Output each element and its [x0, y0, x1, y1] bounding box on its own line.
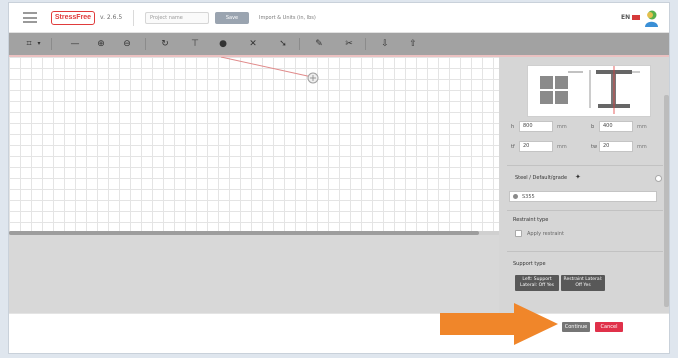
cancel-button[interactable]: Cancel	[595, 322, 623, 332]
dim-label: h	[511, 124, 515, 130]
dialog-footer: Continue Cancel	[9, 313, 669, 353]
pointer-arrow-icon	[440, 303, 558, 345]
refresh-icon[interactable]: ↻	[159, 38, 171, 50]
material-label: Steel / Default/grade	[515, 175, 568, 181]
guide-line	[220, 57, 313, 78]
version-label: v. 2.6.5	[100, 14, 123, 21]
dim-row-b: b 400 mm	[591, 121, 661, 133]
app-logo: StressFree	[51, 11, 95, 25]
material-search[interactable]: S355	[509, 191, 657, 202]
dim-input-tf[interactable]: 20	[519, 141, 553, 152]
flag-icon[interactable]	[632, 15, 640, 20]
drawing-canvas[interactable]	[9, 57, 499, 233]
dim-row-tw: tw 20 mm	[591, 141, 661, 153]
results-panel	[9, 235, 499, 313]
dim-input-b[interactable]: 400	[599, 121, 633, 132]
panel-divider	[507, 165, 663, 166]
chevron-down-icon[interactable]: ▾	[33, 38, 45, 50]
draw-line-icon[interactable]: —	[69, 38, 81, 50]
properties-panel: h 800 mm b 400 mm tf 20 mm tw 20 mm Stee…	[499, 57, 669, 313]
toolbar-divider	[145, 38, 146, 50]
app-window: StressFree v. 2.6.5 Project name Save Im…	[8, 2, 670, 354]
dim-label: tf	[511, 144, 515, 150]
bird-icon[interactable]: ✦	[575, 173, 581, 181]
dim-row-h: h 800 mm	[511, 121, 581, 133]
toolbar-divider	[51, 38, 52, 50]
header-divider	[133, 10, 134, 26]
fill-icon[interactable]: ●	[217, 38, 229, 50]
search-icon	[513, 194, 518, 199]
dim-unit: mm	[637, 144, 647, 150]
node-icon[interactable]: ⊤	[189, 38, 201, 50]
save-button[interactable]: Save	[215, 12, 249, 24]
material-search-value: S355	[522, 194, 535, 200]
zoom-out-icon[interactable]: ⊖	[121, 38, 133, 50]
menu-icon[interactable]	[23, 12, 37, 23]
export-icon[interactable]: ⇩	[379, 38, 391, 50]
vertical-scrollbar[interactable]	[664, 95, 669, 307]
language-label[interactable]: EN	[621, 14, 630, 21]
support-restraint-button[interactable]: Restraint Lateral: Off Yes	[561, 275, 605, 291]
restraint-checkbox[interactable]	[515, 230, 522, 237]
restraint-option: Apply restraint	[527, 231, 564, 237]
panel-divider	[507, 210, 663, 211]
dim-label: b	[591, 124, 595, 130]
toolbar-divider	[365, 38, 366, 50]
dim-input-h[interactable]: 800	[519, 121, 553, 132]
canvas-overlay	[220, 57, 319, 84]
cross-section-diagram	[540, 66, 640, 114]
material-toggle[interactable]	[655, 175, 662, 182]
support-label: Support type	[513, 261, 546, 267]
units-note: Import & Units (in, lbs)	[259, 15, 316, 21]
dim-unit: mm	[637, 124, 647, 130]
zoom-in-icon[interactable]: ⊕	[95, 38, 107, 50]
cursor-icon[interactable]: ➘	[277, 38, 289, 50]
continue-button[interactable]: Continue	[562, 322, 590, 332]
import-icon[interactable]: ⇧	[407, 38, 419, 50]
dim-row-tf: tf 20 mm	[511, 141, 581, 153]
toolbar-divider	[299, 38, 300, 50]
scissors-icon[interactable]: ✂	[343, 38, 355, 50]
section-preview	[527, 65, 651, 117]
user-avatar-icon[interactable]	[643, 9, 659, 27]
panel-divider	[507, 251, 663, 252]
dim-unit: mm	[557, 144, 567, 150]
app-header: StressFree v. 2.6.5 Project name Save Im…	[9, 3, 669, 33]
cross-icon[interactable]: ✕	[247, 38, 259, 50]
dim-label: tw	[591, 144, 598, 150]
dim-input-tw[interactable]: 20	[599, 141, 633, 152]
restraint-label: Restraint type	[513, 217, 549, 223]
project-name-input[interactable]: Project name	[145, 12, 209, 24]
dim-unit: mm	[557, 124, 567, 130]
pen-icon[interactable]: ✎	[313, 38, 325, 50]
support-left-button[interactable]: Left: Support Lateral: Off Yes	[515, 275, 559, 291]
drawing-toolbar: ⌗ ▾ — ⊕ ⊖ ↻ ⊤ ● ✕ ➘ ✎ ✂ ⇩ ⇧	[9, 33, 669, 55]
